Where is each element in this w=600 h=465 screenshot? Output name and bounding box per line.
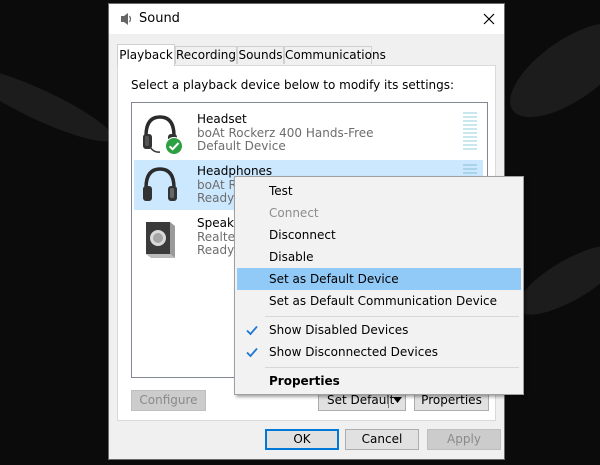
dropdown-arrow-icon[interactable] (393, 397, 402, 404)
checkmark-icon (246, 325, 258, 336)
device-name: Headset (197, 112, 247, 126)
cancel-button[interactable]: Cancel (345, 429, 419, 450)
device-status: Ready (197, 191, 235, 205)
check-badge-icon (165, 137, 183, 155)
checkmark-icon (246, 347, 258, 358)
device-status: Ready (197, 243, 235, 257)
menu-separator (265, 316, 519, 317)
menu-item-set-default-communication-device[interactable]: Set as Default Communication Device (237, 290, 521, 312)
title-bar: Sound (109, 4, 504, 34)
device-description: boAt Rockerz 400 Hands-Free (197, 126, 374, 140)
menu-item-disconnect[interactable]: Disconnect (237, 224, 521, 246)
menu-item-set-default-device[interactable]: Set as Default Device (237, 268, 521, 290)
close-icon (483, 13, 495, 25)
menu-item-connect[interactable]: Connect (237, 202, 521, 224)
background-streak (495, 5, 600, 135)
tab-playback[interactable]: Playback (117, 44, 175, 66)
menu-item-disable[interactable]: Disable (237, 246, 521, 268)
apply-button[interactable]: Apply (427, 429, 501, 450)
headphones-icon (143, 167, 177, 201)
menu-item-show-disabled-devices[interactable]: Show Disabled Devices (237, 319, 521, 341)
device-row-headset[interactable]: Headset boAt Rockerz 400 Hands-Free Defa… (134, 108, 483, 158)
background-streak (0, 57, 119, 153)
set-default-divider (388, 393, 389, 408)
configure-button[interactable]: Configure (131, 390, 206, 411)
close-button[interactable] (474, 4, 504, 34)
ok-button[interactable]: OK (265, 429, 339, 450)
speaker-app-icon (121, 13, 132, 25)
device-status: Default Device (197, 139, 286, 153)
tab-communications[interactable]: Communications (284, 46, 386, 64)
tab-recording[interactable]: Recording (175, 46, 237, 64)
speaker-icon (146, 222, 175, 258)
volume-level-meter (463, 112, 477, 154)
tab-sounds[interactable]: Sounds (237, 46, 284, 64)
menu-item-test[interactable]: Test (237, 180, 521, 202)
window-title: Sound (139, 11, 180, 26)
device-context-menu: Test Connect Disconnect Disable Set as D… (234, 176, 524, 395)
menu-item-properties[interactable]: Properties (237, 370, 521, 392)
menu-item-show-disconnected-devices[interactable]: Show Disconnected Devices (237, 341, 521, 363)
menu-separator (265, 367, 519, 368)
instruction-text: Select a playback device below to modify… (131, 78, 455, 92)
